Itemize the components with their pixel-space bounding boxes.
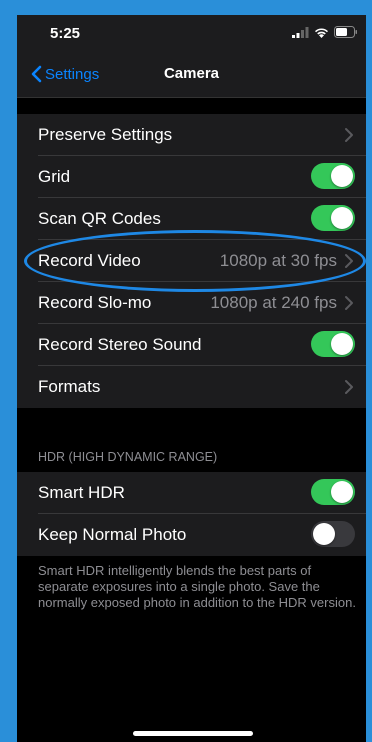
chevron-right-icon — [345, 254, 353, 268]
row-record-slo-mo[interactable]: Record Slo-mo 1080p at 240 fps — [17, 282, 366, 324]
status-bar: 5:25 — [17, 15, 366, 53]
battery-icon — [334, 26, 357, 38]
row-label: Record Video — [38, 251, 141, 270]
record-stereo-sound-toggle[interactable] — [311, 331, 355, 357]
row-grid: Grid — [17, 156, 366, 198]
row-label: Grid — [38, 167, 71, 186]
row-record-video[interactable]: Record Video 1080p at 30 fps — [17, 240, 366, 282]
row-scan-qr-codes: Scan QR Codes — [17, 198, 366, 240]
status-icons — [292, 24, 358, 40]
status-time: 5:25 — [50, 25, 81, 42]
camera-settings-group: Preserve Settings Grid Scan QR Codes Rec… — [17, 114, 366, 408]
scan-qr-codes-toggle[interactable] — [311, 205, 355, 231]
row-label: Record Stereo Sound — [38, 335, 202, 354]
row-label: Scan QR Codes — [38, 209, 161, 228]
toggle-knob — [331, 333, 353, 355]
home-indicator[interactable] — [133, 731, 253, 736]
chevron-right-icon — [345, 296, 353, 310]
toggle-knob — [331, 165, 353, 187]
row-label: Smart HDR — [38, 483, 125, 502]
hdr-section-header: HDR (HIGH DYNAMIC RANGE) — [38, 450, 218, 464]
record-video-value: 1080p at 30 fps — [219, 251, 337, 270]
wifi-icon — [315, 27, 328, 38]
smart-hdr-toggle[interactable] — [311, 479, 355, 505]
keep-normal-photo-toggle[interactable] — [311, 521, 355, 547]
row-label: Record Slo-mo — [38, 293, 152, 312]
record-slo-mo-value: 1080p at 240 fps — [210, 293, 337, 312]
grid-toggle[interactable] — [311, 163, 355, 189]
page-title: Camera — [163, 65, 220, 82]
row-label: Keep Normal Photo — [38, 525, 187, 544]
row-label: Preserve Settings — [38, 125, 173, 144]
row-label: Formats — [38, 377, 101, 396]
chevron-right-icon — [345, 128, 353, 142]
row-preserve-settings[interactable]: Preserve Settings — [17, 114, 366, 156]
signal-icon — [292, 26, 309, 38]
hdr-footer-note: Smart HDR intelligently blends the best … — [38, 563, 356, 610]
row-formats[interactable]: Formats — [17, 366, 366, 408]
navigation-bar: Settings Camera — [17, 53, 366, 98]
chevron-right-icon — [345, 380, 353, 394]
row-record-stereo-sound: Record Stereo Sound — [17, 324, 366, 366]
toggle-knob — [331, 207, 353, 229]
hdr-settings-group: Smart HDR Keep Normal Photo — [17, 472, 366, 556]
row-keep-normal-photo: Keep Normal Photo — [17, 514, 366, 556]
toggle-knob — [313, 523, 335, 545]
phone-screen: 5:25 Settings Camera Preserve Settings G… — [17, 15, 366, 742]
toggle-knob — [331, 481, 353, 503]
row-smart-hdr: Smart HDR — [17, 472, 366, 514]
